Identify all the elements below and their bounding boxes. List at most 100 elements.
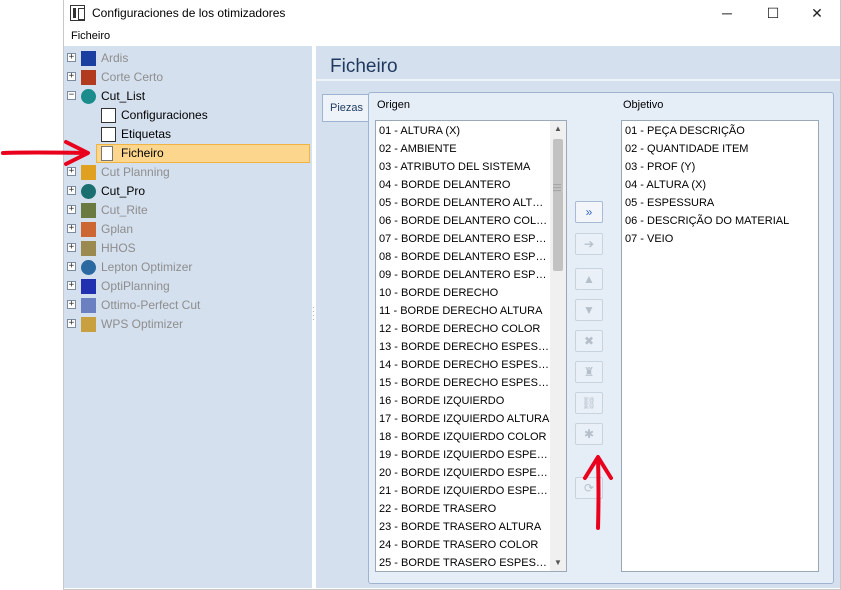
scroll-up-icon[interactable]: ▲ [550,121,566,137]
origin-list-item[interactable]: 17 - BORDE IZQUIERDO ALTURA [376,410,550,428]
expand-icon[interactable]: + [67,224,76,233]
tree-item[interactable]: + Gplan [64,220,312,239]
annotation-arrow-up-icon [583,455,613,530]
origin-list-item[interactable]: 03 - ATRIBUTO DEL SISTEMA [376,158,550,176]
target-list[interactable]: 01 - PEÇA DESCRIÇÃO 02 - QUANTIDADE ITEM 0… [621,120,819,572]
origin-list-item[interactable]: 21 - BORDE IZQUIERDO ESPESOR COLOR [376,482,550,500]
tree-item[interactable]: + HHOS [64,239,312,258]
scroll-thumb[interactable] [553,139,563,271]
minimize-button[interactable]: ─ [704,0,750,28]
expand-icon[interactable]: + [67,186,76,195]
hhos-icon [81,241,96,256]
origin-list-item[interactable]: 10 - BORDE DERECHO [376,284,550,302]
origin-list-item[interactable]: 20 - BORDE IZQUIERDO ESPESOR ALTURA [376,464,550,482]
tree-item-label: Cut Planning [101,165,170,179]
expand-icon[interactable]: + [67,53,76,62]
tree-item-label: Ardis [101,51,129,65]
annotation-arrow-right-icon [1,140,90,166]
tree-item[interactable]: + Cut_Rite [64,201,312,220]
tree-item[interactable]: + WPS Optimizer [64,315,312,334]
tree-item[interactable]: + OptiPlanning [64,277,312,296]
target-list-item[interactable]: 02 - QUANTIDADE ITEM [622,140,818,158]
target-list-item[interactable]: 01 - PEÇA DESCRIÇÃO [622,122,818,140]
move-down-button[interactable]: ▼ [575,299,603,321]
origin-list-item[interactable]: 14 - BORDE DERECHO ESPESOR ALTURA [376,356,550,374]
origin-list-item[interactable]: 19 - BORDE IZQUIERDO ESPESOR [376,446,550,464]
corte-certo-icon [81,70,96,85]
app-icon [70,5,85,21]
origin-list-item[interactable]: 04 - BORDE DELANTERO [376,176,550,194]
target-list-item[interactable]: 03 - PROF (Y) [622,158,818,176]
add-all-button[interactable]: » [575,201,603,223]
tab-piezas[interactable]: Piezas [322,94,369,122]
tree-item-label: HHOS [101,241,136,255]
origin-list-item[interactable]: 24 - BORDE TRASERO COLOR [376,536,550,554]
origin-list-item[interactable]: 08 - BORDE DELANTERO ESPESOR [376,248,550,266]
origin-list-item[interactable]: 12 - BORDE DERECHO COLOR [376,320,550,338]
target-list-item[interactable]: 07 - VEIO [622,230,818,248]
origin-list-item[interactable]: 13 - BORDE DERECHO ESPESOR [376,338,550,356]
tree-item[interactable]: + Ardis [64,49,312,68]
expand-icon[interactable]: + [67,319,76,328]
menu-file[interactable]: Ficheiro [71,30,110,42]
tree-item-label: WPS Optimizer [101,317,184,331]
close-button[interactable]: ✕ [794,0,840,28]
tree-item[interactable]: + Cut Planning [64,163,312,182]
origin-list-item[interactable]: 23 - BORDE TRASERO ALTURA [376,518,550,536]
origin-scrollbar[interactable]: ▲ — — — ▼ [550,121,566,571]
collapse-icon[interactable]: − [67,91,76,100]
tree-item[interactable]: Configuraciones [64,106,312,125]
origin-list-item[interactable]: 25 - BORDE TRASERO ESPESOR [376,554,550,571]
add-button[interactable]: ➔ [575,233,603,255]
origin-list-item[interactable]: 05 - BORDE DELANTERO ALTURA [376,194,550,212]
ottimo-icon [81,298,96,313]
remove-button[interactable]: ✖ [575,330,603,352]
origin-list-item[interactable]: 06 - BORDE DELANTERO COLOR [376,212,550,230]
tree-item[interactable]: Ficheiro [64,144,312,163]
origin-list-item[interactable]: 15 - BORDE DERECHO ESPESOR COLOR [376,374,550,392]
edit-button[interactable]: ♜ [575,361,603,383]
expand-icon[interactable]: + [67,243,76,252]
tree-item[interactable]: − Cut_List [64,87,312,106]
tree-item-label: Configuraciones [121,108,208,122]
content-area: Ficheiro Piezas Origen Objetivo 01 - ALT… [316,46,840,588]
link-button[interactable]: ⛓ [575,392,603,414]
origin-list-item[interactable]: 07 - BORDE DELANTERO ESPESOR [376,230,550,248]
tree-item[interactable]: + Ottimo-Perfect Cut [64,296,312,315]
tree-item[interactable]: + Lepton Optimizer [64,258,312,277]
origin-list[interactable]: 01 - ALTURA (X) 02 - AMBIENTE 03 - ATRIBUT… [375,120,567,572]
scroll-grip-icon: — — — [553,180,561,195]
expand-icon[interactable]: + [67,205,76,214]
expand-icon[interactable]: + [67,167,76,176]
clear-button[interactable]: ✱ [575,423,603,445]
tree-item-label: Ottimo-Perfect Cut [101,298,201,312]
expand-icon[interactable]: + [67,72,76,81]
tree-item[interactable]: + Corte Certo [64,68,312,87]
maximize-button[interactable]: ☐ [750,0,796,28]
origin-list-item[interactable]: 02 - AMBIENTE [376,140,550,158]
move-up-button[interactable]: ▲ [575,268,603,290]
expand-icon[interactable]: + [67,281,76,290]
origin-list-item[interactable]: 22 - BORDE TRASERO [376,500,550,518]
target-list-item[interactable]: 05 - ESPESSURA [622,194,818,212]
file-icon [101,146,113,161]
tree-item[interactable]: + Cut_Pro [64,182,312,201]
window-title: Configuraciones de los otimizadores [92,6,286,20]
tree-item-label: Cut_Rite [101,203,148,217]
origin-list-item[interactable]: 16 - BORDE IZQUIERDO [376,392,550,410]
target-label: Objetivo [623,99,664,111]
origin-list-item[interactable]: 09 - BORDE DELANTERO ESPESOR [376,266,550,284]
origin-label: Origen [377,99,411,111]
tree-item[interactable]: Etiquetas [64,125,312,144]
origin-list-item[interactable]: 01 - ALTURA (X) [376,122,550,140]
expand-icon[interactable]: + [67,300,76,309]
target-list-item[interactable]: 04 - ALTURA (X) [622,176,818,194]
target-list-item[interactable]: 06 - DESCRIÇÃO DO MATERIAL [622,212,818,230]
tree-item-label: Etiquetas [121,127,172,141]
expand-icon[interactable]: + [67,262,76,271]
scroll-down-icon[interactable]: ▼ [550,555,566,571]
tree-item-label: Lepton Optimizer [101,260,193,274]
lepton-icon [81,260,96,275]
origin-list-item[interactable]: 11 - BORDE DERECHO ALTURA [376,302,550,320]
origin-list-item[interactable]: 18 - BORDE IZQUIERDO COLOR [376,428,550,446]
